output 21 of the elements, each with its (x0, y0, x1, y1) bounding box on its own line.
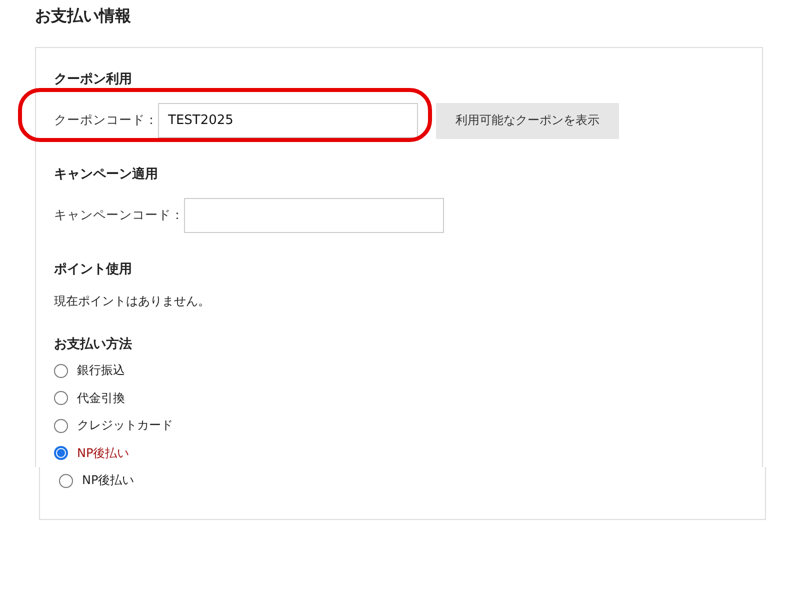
radio-label[interactable]: 銀行振込 (77, 362, 125, 380)
section-heading: クーポン利用 (54, 71, 133, 89)
section-heading: キャンペーン適用 (54, 166, 159, 184)
radio-button[interactable] (54, 418, 68, 433)
section-heading: ポイント使用 (54, 261, 133, 279)
field-label: キャンペーンコード： (54, 207, 184, 224)
radio-label[interactable]: NP後払い (82, 472, 134, 490)
coupon-field[interactable]: TEST2025 (158, 103, 418, 138)
radio-button[interactable] (59, 474, 73, 488)
radio-button[interactable] (54, 446, 68, 460)
section-heading: お支払い方法 (54, 336, 133, 354)
radio-label[interactable]: クレジットカード (77, 417, 173, 434)
radio-button[interactable] (54, 364, 68, 378)
show-coupons-button[interactable]: 利用可能なクーポンを表示 (436, 102, 619, 138)
points-message: 現在ポイントはありません。 (54, 293, 211, 310)
field-label: クーポンコード： (54, 112, 158, 129)
radio-button[interactable] (54, 391, 68, 406)
radio-label[interactable]: 代金引換 (77, 390, 125, 407)
page-title: お支払い情報 (35, 6, 132, 27)
campaign-field[interactable] (184, 198, 444, 233)
radio-label[interactable]: NP後払い (77, 444, 130, 462)
